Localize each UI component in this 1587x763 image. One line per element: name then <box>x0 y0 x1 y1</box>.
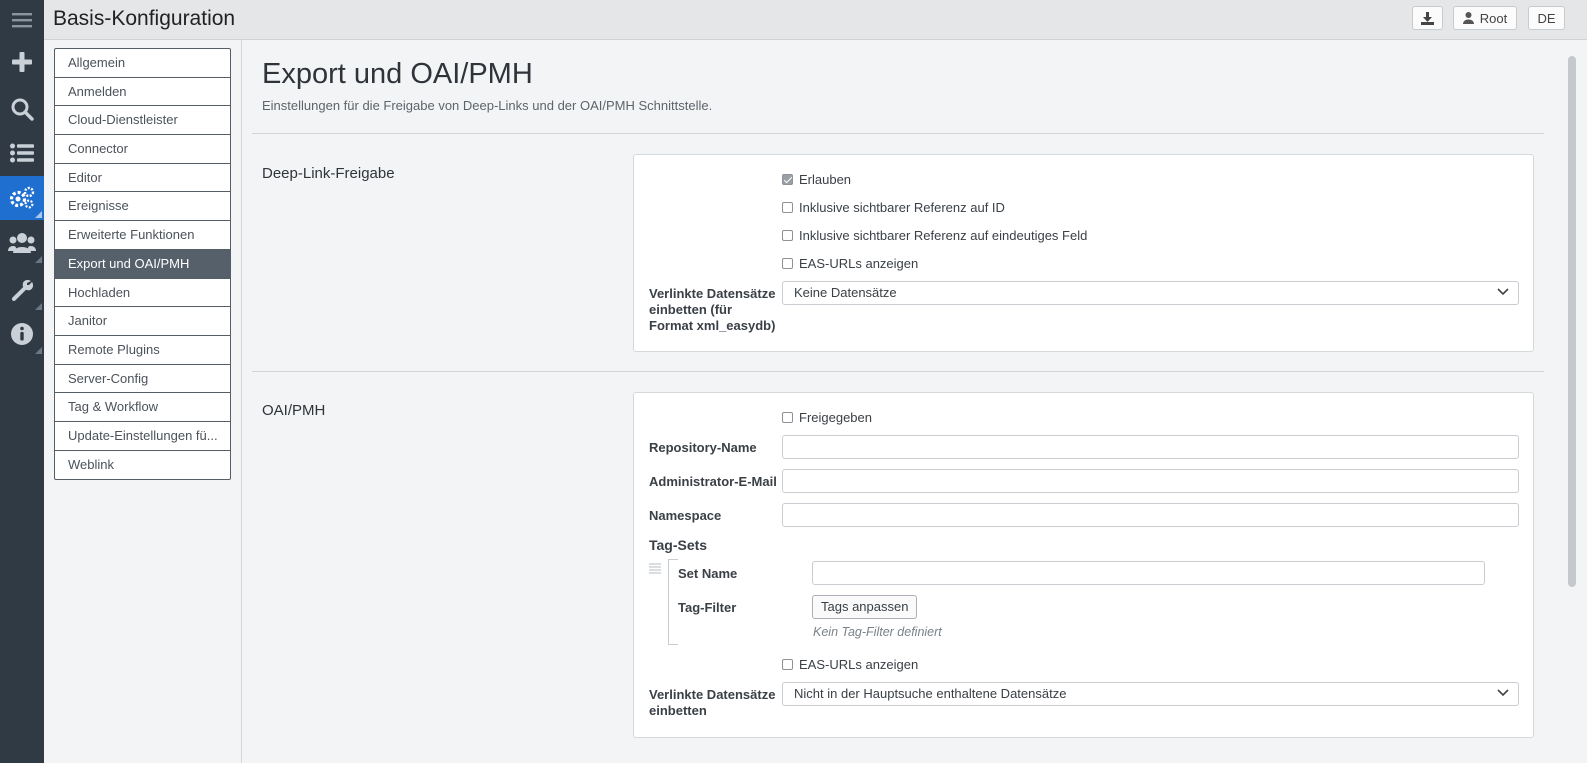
checkbox-label: EAS-URLs anzeigen <box>799 256 919 271</box>
chevron-down-icon <box>1497 689 1509 697</box>
scrollbar-thumb[interactable] <box>1568 56 1576 587</box>
language-button[interactable]: DE <box>1528 6 1565 30</box>
deeplink-embed-select[interactable]: Keine Datensätze <box>782 281 1519 305</box>
oai-eas-checkbox[interactable]: EAS-URLs anzeigen <box>782 657 918 672</box>
repo-name-label: Repository-Name <box>649 440 757 455</box>
rail-users-button[interactable] <box>0 221 44 265</box>
rail-config-button[interactable] <box>0 176 44 220</box>
nav-item[interactable]: Update-Einstellungen fü... <box>55 422 230 451</box>
nav-item[interactable]: Cloud-Dienstleister <box>55 106 230 136</box>
nav-item[interactable]: Connector <box>55 135 230 164</box>
deeplink-allow-checkbox[interactable]: Erlauben <box>782 172 851 187</box>
drag-handle-icon <box>649 563 661 574</box>
config-nav: Allgemein Anmelden Cloud-Dienstleister Conn… <box>44 40 242 763</box>
nav-item[interactable]: Anmelden <box>55 78 230 107</box>
checkbox-box <box>782 659 793 670</box>
namespace-label: Namespace <box>649 508 722 523</box>
user-name: Root <box>1479 10 1508 26</box>
oai-embed-select[interactable]: Nicht in der Hauptsuche enthaltene Daten… <box>782 682 1519 706</box>
rail-search-button[interactable] <box>0 87 44 131</box>
checkbox-box <box>782 202 793 213</box>
checkbox-box <box>782 174 793 185</box>
checkbox-box <box>782 412 793 423</box>
nav-item[interactable]: Export und OAI/PMH <box>55 249 230 279</box>
users-icon <box>8 233 36 253</box>
checkbox-box <box>782 258 793 269</box>
nav-item[interactable]: Remote Plugins <box>55 336 230 365</box>
nav-item[interactable]: Janitor <box>55 307 230 336</box>
rail-new-button[interactable] <box>0 40 44 84</box>
rail-list-button[interactable] <box>0 131 44 175</box>
select-value: Nicht in der Hauptsuche enthaltene Daten… <box>794 686 1067 701</box>
language-label: DE <box>1537 10 1556 26</box>
tagsets-label: Tag-Sets <box>649 537 708 553</box>
config-nav-list: Allgemein Anmelden Cloud-Dienstleister Conn… <box>54 48 231 481</box>
deeplink-section-title: Deep-Link-Freigabe <box>262 165 395 182</box>
oai-section-title: OAI/PMH <box>262 402 326 419</box>
download-icon <box>1421 11 1434 25</box>
nav-item[interactable]: Weblink <box>55 451 230 480</box>
set-name-label: Set Name <box>678 566 738 581</box>
icon-rail <box>0 0 44 763</box>
chevron-down-icon <box>1497 288 1509 296</box>
nav-item[interactable]: Server-Config <box>55 365 230 394</box>
gears-icon <box>9 186 35 209</box>
nav-item[interactable]: Tag & Workflow <box>55 393 230 422</box>
list-icon <box>10 143 34 163</box>
checkbox-label: Erlauben <box>799 172 852 187</box>
select-value: Keine Datensätze <box>794 285 897 300</box>
menu-button[interactable] <box>0 0 44 40</box>
oai-panel: Freigegeben Repository-Name Administrato… <box>633 392 1534 738</box>
info-icon <box>11 323 33 345</box>
rail-info-button[interactable] <box>0 312 44 356</box>
top-bar: Basis-Konfiguration Root DE <box>44 0 1587 40</box>
page-title: Export und OAI/PMH <box>262 58 533 90</box>
drag-handle[interactable] <box>649 561 661 574</box>
checkbox-label: EAS-URLs anzeigen <box>799 657 919 672</box>
rail-tools-button[interactable] <box>0 268 44 312</box>
tag-filter-empty: Kein Tag-Filter definiert <box>813 625 942 639</box>
admin-email-input[interactable] <box>782 469 1519 493</box>
nav-item[interactable]: Ereignisse <box>55 192 230 222</box>
divider <box>252 133 1544 134</box>
tags-adjust-button[interactable]: Tags anpassen <box>812 595 918 619</box>
nav-item[interactable]: Allgemein <box>55 49 230 78</box>
search-icon <box>11 98 34 121</box>
nav-item[interactable]: Hochladen <box>55 279 230 308</box>
divider <box>252 371 1544 372</box>
deeplink-ref-id-checkbox[interactable]: Inklusive sichtbarer Referenz auf ID <box>782 200 1005 215</box>
oai-embed-label: Verlinkte Datensätze einbetten <box>649 687 776 718</box>
checkbox-label: Inklusive sichtbarer Referenz auf ID <box>799 200 1005 215</box>
page-subtitle: Einstellungen für die Freigabe von Deep-… <box>262 98 713 113</box>
user-icon <box>1462 12 1474 24</box>
set-name-input[interactable] <box>812 561 1485 585</box>
nav-item[interactable]: Erweiterte Funktionen <box>55 221 230 250</box>
admin-email-label: Administrator-E-Mail <box>649 474 777 489</box>
app-title: Basis-Konfiguration <box>53 7 236 30</box>
deeplink-eas-checkbox[interactable]: EAS-URLs anzeigen <box>782 256 918 271</box>
plus-icon <box>12 52 32 72</box>
wrench-icon <box>11 279 34 301</box>
namespace-input[interactable] <box>782 503 1519 527</box>
deeplink-ref-field-checkbox[interactable]: Inklusive sichtbarer Referenz auf eindeu… <box>782 228 1087 243</box>
checkbox-box <box>782 230 793 241</box>
menu-icon <box>12 13 32 28</box>
checkbox-label: Freigegeben <box>799 410 872 425</box>
main-content: Export und OAI/PMH Einstellungen für die… <box>242 40 1557 763</box>
repo-name-input[interactable] <box>782 435 1519 459</box>
deeplink-panel: Erlauben Inklusive sichtbarer Referenz a… <box>633 154 1534 352</box>
download-button[interactable] <box>1412 6 1443 30</box>
user-menu-button[interactable]: Root <box>1453 6 1517 30</box>
oai-enabled-checkbox[interactable]: Freigegeben <box>782 410 872 425</box>
checkbox-label: Inklusive sichtbarer Referenz auf eindeu… <box>799 228 1088 243</box>
nav-item[interactable]: Editor <box>55 164 230 193</box>
tag-filter-label: Tag-Filter <box>678 600 737 615</box>
deeplink-embed-label: Verlinkte Datensätze einbetten (für Form… <box>649 286 776 333</box>
tagset-bracket <box>668 559 678 645</box>
scrollbar[interactable] <box>1557 40 1587 763</box>
